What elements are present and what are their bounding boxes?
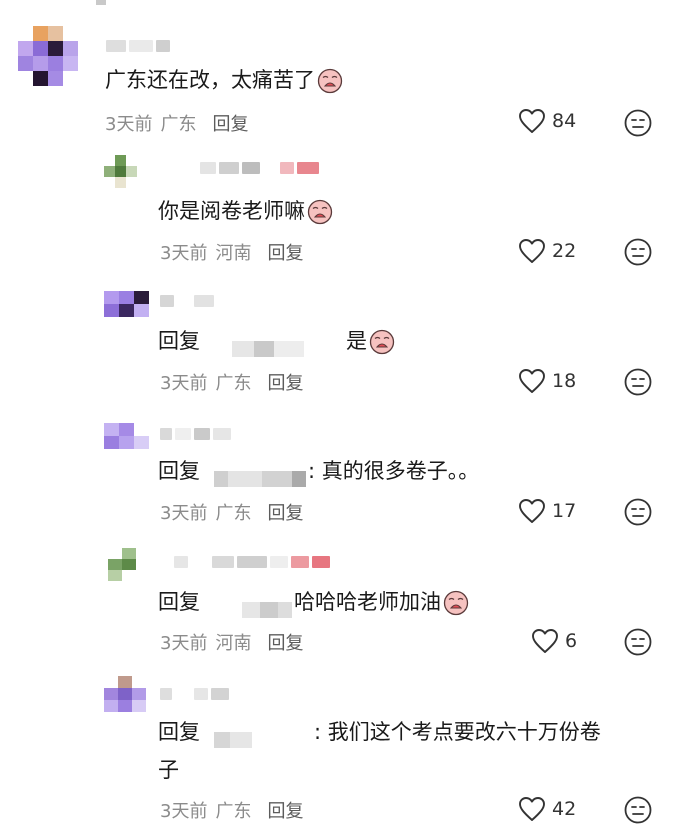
heart-outline-icon <box>518 238 546 264</box>
comment-text: 你是阅卷老师嘛 <box>158 197 333 225</box>
like-count: 17 <box>552 500 577 522</box>
location: 河南 <box>215 243 252 264</box>
like-button[interactable]: 84 <box>518 108 576 134</box>
meh-face-icon[interactable] <box>624 109 652 137</box>
username-pixelated[interactable] <box>160 428 231 440</box>
comment-text: 回复: 我们这个考点要改六十万份卷 <box>158 718 601 748</box>
reply-prefix: 回复 <box>158 459 200 483</box>
mentioned-user-pixelated[interactable] <box>202 725 312 748</box>
heart-outline-icon <box>518 796 546 822</box>
heart-outline-icon <box>518 498 546 524</box>
reply-button[interactable]: 回复 <box>267 633 303 654</box>
reply-prefix: 回复 <box>158 590 200 614</box>
like-button[interactable]: 18 <box>518 368 576 394</box>
location: 广东 <box>215 503 252 524</box>
like-button[interactable]: 42 <box>518 796 576 822</box>
location: 广东 <box>215 373 252 394</box>
mentioned-user-pixelated[interactable] <box>202 595 292 618</box>
comment-meta: 3天前 河南 回复 <box>160 239 303 265</box>
heart-outline-icon <box>518 108 546 134</box>
reply-prefix: 回复 <box>158 329 200 353</box>
avatar[interactable] <box>104 291 149 317</box>
like-count: 84 <box>552 110 577 132</box>
heart-outline-icon <box>518 368 546 394</box>
reply-prefix: 回复 <box>158 720 200 744</box>
avatar[interactable] <box>18 26 78 86</box>
timestamp: 3天前 <box>160 503 208 524</box>
reply-button[interactable]: 回复 <box>212 114 248 135</box>
username-pixelated[interactable] <box>200 162 319 174</box>
timestamp: 3天前 <box>160 243 208 264</box>
comment-meta: 3天前 河南 回复 <box>160 629 303 655</box>
username-pixelated[interactable] <box>174 556 330 568</box>
crying-face-emoji <box>369 329 395 355</box>
avatar[interactable] <box>104 423 149 449</box>
like-button[interactable]: 6 <box>531 628 577 654</box>
location: 河南 <box>215 633 252 654</box>
crying-face-emoji <box>317 68 343 94</box>
timestamp: 3天前 <box>160 633 208 654</box>
like-count: 22 <box>552 240 577 262</box>
crying-face-emoji <box>307 199 333 225</box>
timestamp: 3天前 <box>160 801 208 822</box>
like-count: 42 <box>552 798 577 820</box>
username-pixelated[interactable] <box>106 40 170 52</box>
comment-text: 广东还在改，太痛苦了 <box>105 66 343 94</box>
reply-button[interactable]: 回复 <box>267 243 303 264</box>
mentioned-user-pixelated[interactable] <box>202 464 306 487</box>
mentioned-user-pixelated[interactable] <box>202 334 344 357</box>
comment-meta: 3天前 广东 回复 <box>105 110 248 136</box>
timestamp: 3天前 <box>105 114 153 135</box>
location: 广东 <box>215 801 252 822</box>
meh-face-icon[interactable] <box>624 628 652 656</box>
username-pixelated[interactable] <box>160 688 229 700</box>
meh-face-icon[interactable] <box>624 796 652 824</box>
heart-outline-icon <box>531 628 559 654</box>
reply-button[interactable]: 回复 <box>267 503 303 524</box>
reply-button[interactable]: 回复 <box>267 801 303 822</box>
meh-face-icon[interactable] <box>624 368 652 396</box>
username-pixelated[interactable] <box>160 295 214 307</box>
meh-face-icon[interactable] <box>624 238 652 266</box>
like-count: 18 <box>552 370 577 392</box>
reply-button[interactable]: 回复 <box>267 373 303 394</box>
crying-face-emoji <box>443 590 469 616</box>
comment-text: 回复是 <box>158 327 395 357</box>
comment-text: 回复: 真的很多卷子。。 <box>158 457 479 487</box>
like-button[interactable]: 17 <box>518 498 576 524</box>
comment-meta: 3天前 广东 回复 <box>160 369 303 395</box>
location: 广东 <box>160 114 197 135</box>
avatar[interactable] <box>108 548 136 581</box>
comment-text: 回复 哈哈哈老师加油 <box>158 588 469 618</box>
timestamp: 3天前 <box>160 373 208 394</box>
avatar[interactable] <box>104 155 137 188</box>
avatar[interactable] <box>104 676 146 712</box>
meh-face-icon[interactable] <box>624 498 652 526</box>
like-count: 6 <box>565 630 578 652</box>
comment-meta: 3天前 广东 回复 <box>160 797 303 823</box>
comment-meta: 3天前 广东 回复 <box>160 499 303 525</box>
comment-text-continuation: 子 <box>158 758 179 782</box>
pixelated-fragment <box>96 0 120 5</box>
like-button[interactable]: 22 <box>518 238 576 264</box>
